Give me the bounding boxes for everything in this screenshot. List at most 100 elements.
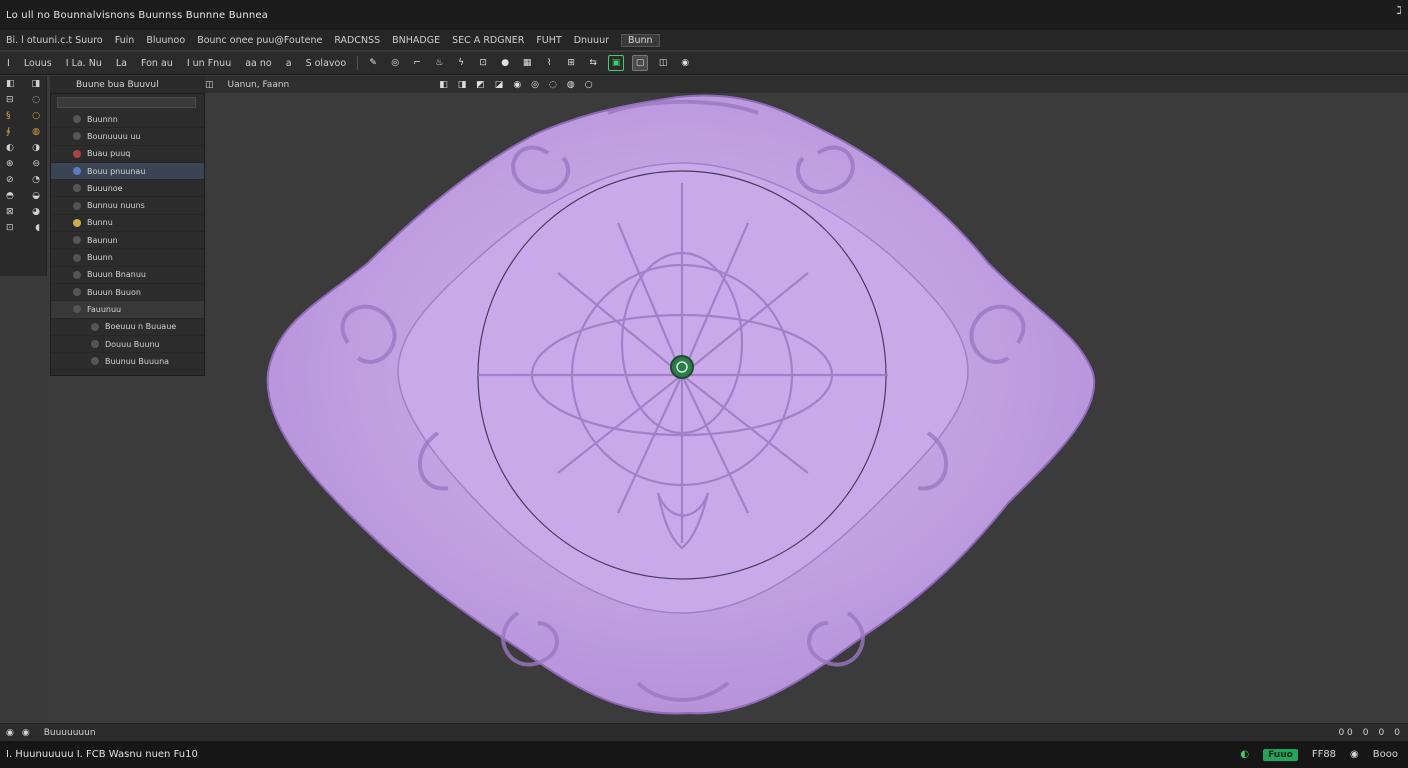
toolbar-item-2[interactable]: I La. Nu	[59, 58, 109, 69]
tool-icon[interactable]: ◔	[32, 175, 40, 185]
outliner-row[interactable]: Buuun Bnanuu	[51, 267, 204, 284]
object-type-icon	[73, 236, 81, 245]
nav-icon[interactable]: ◉	[22, 728, 30, 738]
menu-item-5[interactable]: BNHADGE	[386, 35, 446, 46]
nav-icon[interactable]: ◉	[6, 728, 14, 738]
wand-icon[interactable]: ✎	[366, 56, 380, 70]
tool-icon[interactable]: ◐	[6, 143, 14, 153]
tool-icon[interactable]: ○	[32, 111, 40, 121]
menu-item-7[interactable]: FUHT	[530, 35, 567, 46]
view-icon[interactable]: ◌	[549, 80, 557, 90]
close-icon[interactable]: ℷ	[1397, 4, 1402, 17]
sync-icon[interactable]: ◉	[1350, 749, 1359, 760]
tool-icon[interactable]: ◖	[35, 223, 40, 233]
outliner-row[interactable]: Bouu pnuunau	[51, 162, 204, 181]
outliner-row-label: Baunun	[87, 235, 118, 245]
outliner-list: Buunnn Bounuuuu uu Buau puuq Bouu pnuunau Bu…	[51, 111, 204, 375]
tool-icon[interactable]: ⊕	[6, 159, 14, 169]
pivot-gizmo[interactable]	[670, 355, 694, 379]
lock-icon[interactable]: ⊡	[476, 56, 490, 70]
active-tab[interactable]: Bunn	[621, 33, 660, 47]
view-icon[interactable]: ◉	[513, 80, 521, 90]
tool-icon[interactable]: ◍	[32, 127, 40, 137]
menu-item-0[interactable]: Bi. l otuuni.c.t Suuro	[0, 35, 109, 46]
tool-icon[interactable]: ◒	[32, 191, 40, 201]
outliner-row[interactable]: Bunnu	[51, 215, 204, 233]
tool-icon[interactable]: ⊘	[6, 175, 14, 185]
bracket-icon[interactable]: ⌐	[410, 56, 424, 70]
tool-icon[interactable]: ◧	[6, 79, 15, 89]
tool-icon[interactable]: ⊠	[6, 207, 14, 217]
flame-icon[interactable]: ♨	[432, 56, 446, 70]
target-icon[interactable]: ◎	[388, 56, 402, 70]
menu-item-2[interactable]: Bluunoo	[140, 35, 191, 46]
toolbar-item-1[interactable]: Louus	[17, 58, 59, 69]
record-icon[interactable]: ◉	[678, 56, 692, 70]
camera-icon[interactable]: ◫	[205, 80, 214, 90]
object-type-icon	[73, 253, 81, 262]
sculpt-icon[interactable]: ∮	[6, 127, 11, 137]
toolbar-item-5[interactable]: I un Fnuu	[180, 58, 238, 69]
outliner-row[interactable]: Buunnn	[51, 111, 204, 129]
outliner-row[interactable]: Buuun Buuon	[51, 284, 204, 302]
view-icon[interactable]: ◨	[458, 80, 467, 90]
grid-icon[interactable]: ▦	[520, 56, 534, 70]
outliner-row[interactable]: Buunuu Buuuna	[51, 353, 204, 371]
outliner-row[interactable]: Baunun	[51, 232, 204, 250]
brush-icon[interactable]: ⌇	[542, 56, 556, 70]
outliner-search-input[interactable]	[57, 97, 196, 108]
menu-item-6[interactable]: SEC A RDGNER	[446, 35, 530, 46]
tool-icon[interactable]: ◌	[32, 95, 40, 105]
tool-icon[interactable]: ◑	[32, 143, 40, 153]
bolt-icon[interactable]: ϟ	[454, 56, 468, 70]
view-icon[interactable]: ◪	[495, 80, 504, 90]
tool-icon[interactable]: ◕	[32, 207, 40, 217]
tool-icon[interactable]: ⊡	[6, 223, 14, 233]
outliner-row-label: Buau puuq	[87, 149, 131, 159]
green-square-icon[interactable]: ▣	[608, 55, 625, 71]
toolbar-item-6[interactable]: aa no	[238, 58, 279, 69]
tool-icon[interactable]: ◨	[31, 79, 40, 89]
mirror-icon[interactable]: ⇆	[586, 56, 600, 70]
menu-item-1[interactable]: Fuin	[109, 35, 141, 46]
outliner-row[interactable]: Douuu Buunu	[51, 336, 204, 354]
menu-item-3[interactable]: Bounc onee puu@Foutene	[191, 35, 328, 46]
frame-icon[interactable]: ▢	[632, 55, 649, 71]
toolbar-item-8[interactable]: S olavoo	[299, 58, 354, 69]
tool-icon[interactable]: ⊖	[32, 159, 40, 169]
outliner-row-label: Bouu pnuunau	[87, 166, 146, 176]
toolbar-item-4[interactable]: Fon au	[134, 58, 180, 69]
outliner-row-label: Douuu Buunu	[105, 339, 160, 349]
toolbar-item-3[interactable]: La	[109, 58, 134, 69]
outliner-row[interactable]: Buau puuq	[51, 146, 204, 163]
toolbar-item-0[interactable]: I	[0, 58, 17, 69]
snap-icon[interactable]: ⊞	[564, 56, 578, 70]
outliner-row-label: Buunn	[87, 253, 113, 263]
sculpt-icon[interactable]: §	[6, 111, 11, 121]
3d-viewport[interactable]	[48, 93, 1408, 723]
object-type-icon	[73, 167, 81, 176]
outliner-row[interactable]: Buuunoe	[51, 180, 204, 198]
menu-item-4[interactable]: RADCNSS	[328, 35, 386, 46]
outliner-row[interactable]: Buuuu Buuu Buuuu	[51, 370, 204, 375]
outliner-row[interactable]: Bounuuuu uu	[51, 128, 204, 146]
toolbar-item-7[interactable]: a	[279, 58, 299, 69]
view-icon[interactable]: ◧	[439, 80, 448, 90]
green-indicator-icon[interactable]: ◐	[1240, 749, 1249, 760]
outliner-row[interactable]: Bunnuu nuuns	[51, 197, 204, 215]
outliner-row[interactable]: Buunn	[51, 249, 204, 267]
view-icon[interactable]: ◎	[531, 80, 539, 90]
view-icon[interactable]: ○	[585, 80, 593, 90]
object-type-icon	[73, 132, 81, 141]
viewport-header: ◫ Uanun, Faann ◧ ◨ ◩ ◪ ◉ ◎ ◌ ◍ ○	[205, 76, 1408, 93]
tool-icon[interactable]: ⊟	[6, 95, 14, 105]
menu-item-8[interactable]: Dnuuur	[568, 35, 615, 46]
split-icon[interactable]: ◫	[656, 56, 670, 70]
tool-icon[interactable]: ◓	[6, 191, 14, 201]
ornamental-medallion-model[interactable]	[48, 93, 1408, 723]
circle-icon[interactable]: ●	[498, 56, 512, 70]
view-icon[interactable]: ◩	[476, 80, 485, 90]
view-icon[interactable]: ◍	[567, 80, 575, 90]
outliner-row[interactable]: Fauunuu	[51, 301, 204, 319]
outliner-row[interactable]: Boeuuu n Buuaue	[51, 319, 204, 336]
